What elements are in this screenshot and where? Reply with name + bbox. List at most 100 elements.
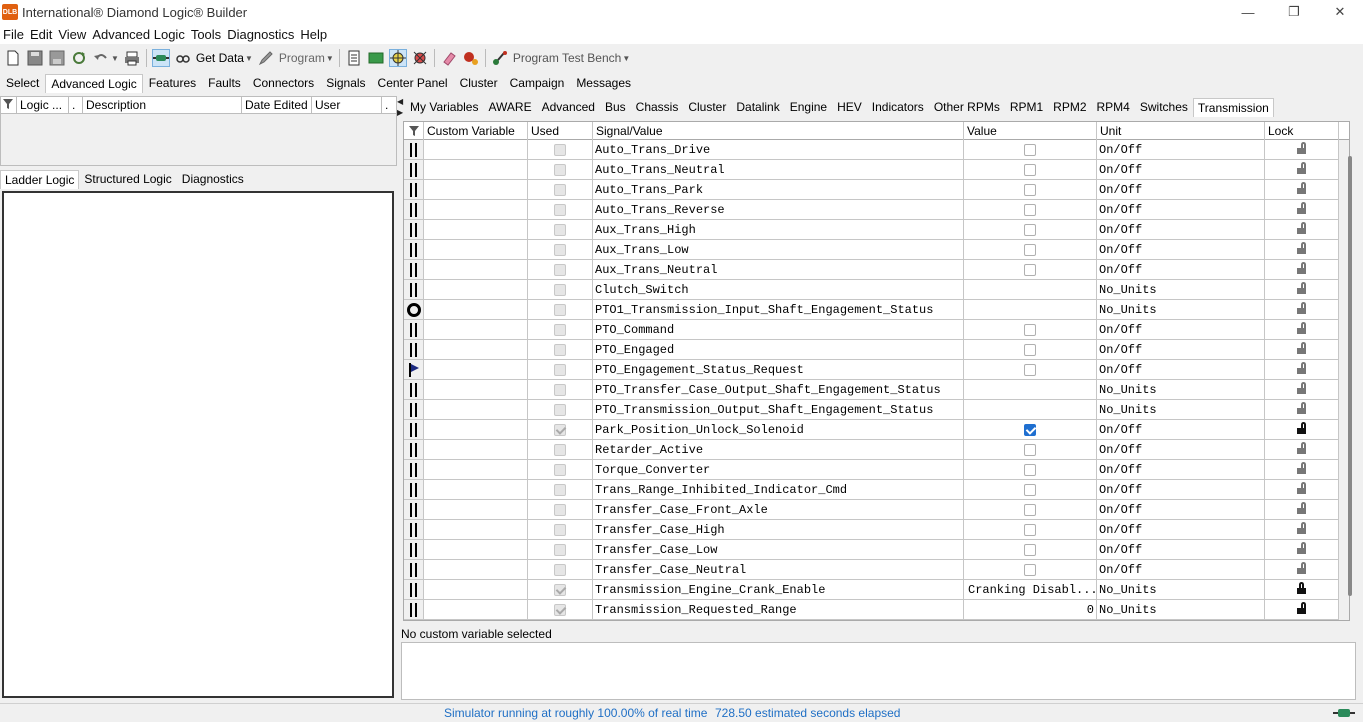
value-cell[interactable] <box>964 260 1097 280</box>
sync-icon[interactable] <box>70 49 88 67</box>
value-text[interactable]: 0 <box>1087 603 1094 617</box>
value-cell[interactable] <box>964 520 1097 540</box>
custom-variable-cell[interactable] <box>424 400 528 420</box>
value-cell[interactable]: 0 <box>964 600 1097 620</box>
value-checkbox[interactable] <box>1024 163 1036 176</box>
value-cell[interactable] <box>964 540 1097 560</box>
used-checkbox[interactable] <box>554 543 566 556</box>
custom-variable-cell[interactable] <box>424 500 528 520</box>
save-all-icon[interactable] <box>48 49 66 67</box>
unlock-icon[interactable] <box>1297 422 1306 434</box>
tab-ladder-logic[interactable]: Ladder Logic <box>0 170 80 189</box>
value-cell[interactable] <box>964 360 1097 380</box>
menu-help[interactable]: Help <box>297 27 330 42</box>
table-row[interactable]: PTO_Engaged On/Off <box>404 340 1349 360</box>
value-cell[interactable] <box>964 500 1097 520</box>
used-checkbox[interactable] <box>554 303 566 316</box>
custom-variable-cell[interactable] <box>424 300 528 320</box>
eraser-icon[interactable] <box>440 49 458 67</box>
menu-view[interactable]: View <box>55 27 89 42</box>
value-checkbox[interactable] <box>1024 523 1036 536</box>
custom-variable-cell[interactable] <box>424 320 528 340</box>
custom-variable-cell[interactable] <box>424 340 528 360</box>
column-dot[interactable]: . <box>382 97 396 113</box>
value-cell[interactable] <box>964 380 1097 400</box>
value-cell[interactable] <box>964 560 1097 580</box>
used-checkbox[interactable] <box>554 403 566 416</box>
logic-list[interactable] <box>0 114 397 166</box>
program-dropdown-icon[interactable]: ▼ <box>326 54 334 63</box>
close-button[interactable]: ✕ <box>1317 0 1363 24</box>
value-checkbox[interactable] <box>1024 243 1036 256</box>
table-row[interactable]: Torque_Converter On/Off <box>404 460 1349 480</box>
value-cell[interactable] <box>964 320 1097 340</box>
test-bench-icon[interactable] <box>491 49 509 67</box>
column-logic[interactable]: Logic ... <box>17 97 69 113</box>
tab-chassis[interactable]: Chassis <box>631 97 684 117</box>
used-checkbox[interactable] <box>554 223 566 236</box>
save-icon[interactable] <box>26 49 44 67</box>
tab-diagnostics[interactable]: Diagnostics <box>177 169 249 189</box>
custom-variable-cell[interactable] <box>424 220 528 240</box>
menu-tools[interactable]: Tools <box>188 27 224 42</box>
tab-datalink[interactable]: Datalink <box>731 97 784 117</box>
unlock-icon[interactable] <box>1297 202 1306 214</box>
scrollbar-thumb[interactable] <box>1348 156 1352 596</box>
column-user[interactable]: User <box>312 97 382 113</box>
used-checkbox[interactable] <box>554 463 566 476</box>
tab-structured-logic[interactable]: Structured Logic <box>79 169 176 189</box>
tab-cluster[interactable]: Cluster <box>683 97 731 117</box>
menu-diagnostics[interactable]: Diagnostics <box>224 27 297 42</box>
table-row[interactable]: Aux_Trans_High On/Off <box>404 220 1349 240</box>
simulator-icon[interactable] <box>388 49 407 67</box>
value-checkbox[interactable] <box>1024 343 1036 356</box>
unlock-icon[interactable] <box>1297 382 1306 394</box>
used-checkbox[interactable] <box>554 523 566 536</box>
undo-icon[interactable] <box>92 49 110 67</box>
value-cell[interactable] <box>964 440 1097 460</box>
tab-hev[interactable]: HEV <box>832 97 867 117</box>
used-checkbox[interactable] <box>554 183 566 196</box>
value-cell[interactable] <box>964 480 1097 500</box>
custom-variable-cell[interactable] <box>424 600 528 620</box>
tab-indicators[interactable]: Indicators <box>867 97 929 117</box>
unlock-icon[interactable] <box>1297 542 1306 554</box>
value-checkbox[interactable] <box>1024 483 1036 496</box>
value-checkbox[interactable] <box>1024 183 1036 196</box>
tab-cluster[interactable]: Cluster <box>454 73 504 93</box>
column-value[interactable]: Value <box>964 122 1097 140</box>
value-checkbox[interactable] <box>1024 323 1036 336</box>
used-checkbox[interactable] <box>554 263 566 276</box>
column-used[interactable]: Used <box>528 122 593 140</box>
value-cell[interactable] <box>964 240 1097 260</box>
tab-aware[interactable]: AWARE <box>483 97 536 117</box>
tab-campaign[interactable]: Campaign <box>504 73 571 93</box>
value-checkbox[interactable] <box>1024 363 1036 376</box>
custom-variable-cell[interactable] <box>424 180 528 200</box>
document-icon[interactable] <box>345 49 363 67</box>
column-custom-variable[interactable]: Custom Variable <box>424 122 528 140</box>
tab-engine[interactable]: Engine <box>785 97 832 117</box>
unlock-icon[interactable] <box>1297 362 1306 374</box>
unlock-icon[interactable] <box>1297 282 1306 294</box>
unlock-icon[interactable] <box>1297 402 1306 414</box>
column-unit[interactable]: Unit <box>1097 122 1265 140</box>
value-checkbox[interactable] <box>1024 443 1036 456</box>
custom-variable-cell[interactable] <box>424 460 528 480</box>
unlock-icon[interactable] <box>1297 322 1306 334</box>
pencil-icon[interactable] <box>257 49 275 67</box>
table-row[interactable]: Retarder_Active On/Off <box>404 440 1349 460</box>
module-icon[interactable] <box>367 49 385 67</box>
table-row[interactable]: Clutch_Switch No_Units <box>404 280 1349 300</box>
table-row[interactable]: Park_Position_Unlock_Solenoid On/Off <box>404 420 1349 440</box>
program-test-bench-button[interactable]: Program Test Bench <box>513 51 622 65</box>
table-row[interactable]: Transfer_Case_High On/Off <box>404 520 1349 540</box>
table-row[interactable]: Aux_Trans_Low On/Off <box>404 240 1349 260</box>
get-data-dropdown-icon[interactable]: ▼ <box>245 54 253 63</box>
used-checkbox[interactable] <box>554 343 566 356</box>
table-row[interactable]: PTO_Transfer_Case_Output_Shaft_Engagemen… <box>404 380 1349 400</box>
used-checkbox[interactable] <box>554 143 566 156</box>
value-checkbox[interactable] <box>1024 263 1036 276</box>
tab-messages[interactable]: Messages <box>570 73 637 93</box>
used-checkbox[interactable] <box>554 423 566 436</box>
